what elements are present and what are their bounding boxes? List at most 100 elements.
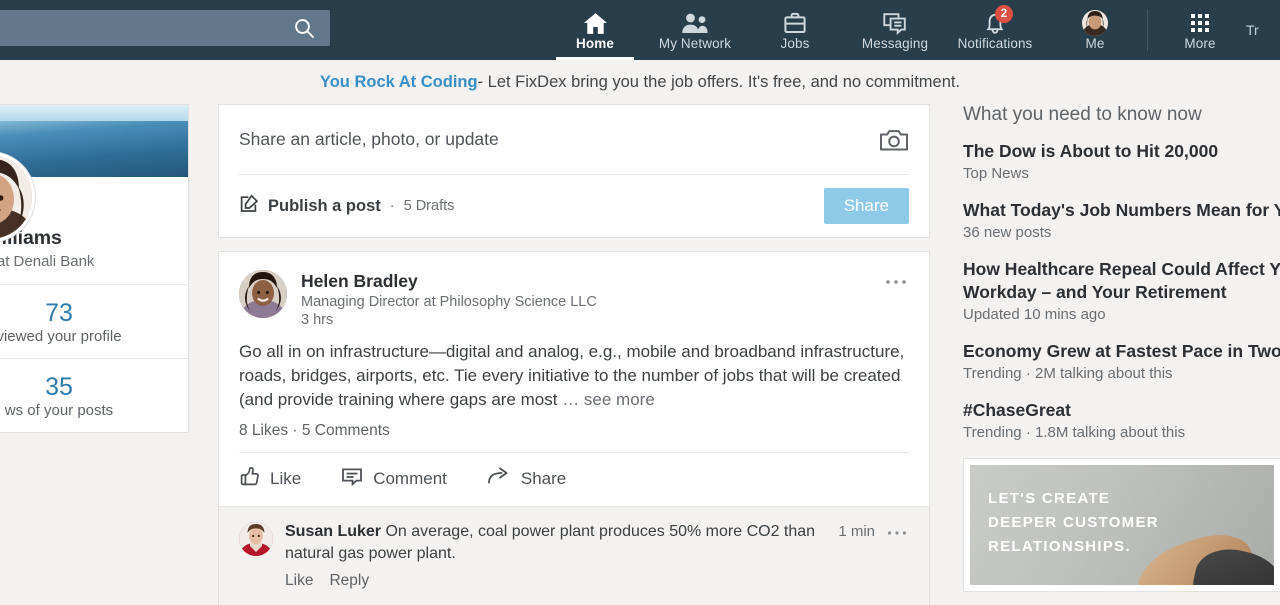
nav-item-jobs[interactable]: Jobs bbox=[745, 0, 845, 60]
post-content: Go all in on infrastructure—digital and … bbox=[219, 328, 929, 412]
stat-number-views: 73 bbox=[45, 299, 73, 327]
news-headline: What Today's Job Numbers Mean for Y bbox=[963, 200, 1280, 220]
drafts-label[interactable]: 5 Drafts bbox=[404, 198, 455, 214]
people-icon bbox=[680, 11, 710, 35]
left-sidebar: ess Williams anager at Denali Bank 73 vi… bbox=[0, 104, 189, 433]
post-author-headline: Managing Director at Philosophy Science … bbox=[301, 294, 597, 310]
bell-icon: 2 bbox=[983, 5, 1013, 35]
profile-cover-photo[interactable] bbox=[0, 105, 188, 177]
advertisement-image: LET'S CREATE DEEPER CUSTOMER RELATIONSHI… bbox=[970, 465, 1274, 585]
nav-item-notifications[interactable]: 2 Notifications bbox=[945, 0, 1045, 60]
main-feed: Share an article, photo, or update Publi… bbox=[218, 104, 930, 605]
news-item[interactable]: The Dow is About to Hit 20,000 Top News bbox=[963, 140, 1280, 182]
post-options-ellipsis-icon[interactable] bbox=[881, 268, 911, 289]
nav-item-messaging[interactable]: Messaging bbox=[845, 0, 945, 60]
like-button[interactable]: Like bbox=[239, 466, 301, 492]
post-action-bar: Like Comment Share bbox=[239, 452, 909, 506]
stat-label-views: viewed your profile bbox=[0, 328, 122, 345]
right-rail-title: What you need to know now bbox=[963, 104, 1202, 125]
comment-label: Comment bbox=[373, 469, 447, 488]
news-item[interactable]: How Healthcare Repeal Could Affect Yo Wo… bbox=[963, 258, 1280, 323]
news-subtitle: Top News bbox=[963, 165, 1029, 182]
nav-divider bbox=[1147, 9, 1148, 51]
search-input[interactable] bbox=[0, 10, 330, 46]
avatar-icon bbox=[1082, 10, 1108, 36]
publish-post-button[interactable]: Publish a post · 5 Drafts bbox=[239, 193, 455, 219]
stat-number-posts: 35 bbox=[45, 373, 73, 401]
nav-label-my-network: My Network bbox=[658, 36, 732, 51]
stat-label-posts: ws of your posts bbox=[4, 402, 114, 419]
comment-options-ellipsis-icon[interactable] bbox=[885, 523, 909, 538]
home-icon bbox=[583, 11, 608, 35]
news-item[interactable]: #ChaseGreat Trending · 1.8M talking abou… bbox=[963, 399, 1280, 441]
news-subtitle: Trending · 2M talking about this bbox=[963, 365, 1173, 382]
nav-label-jobs: Jobs bbox=[780, 36, 810, 51]
profile-card: ess Williams anager at Denali Bank 73 vi… bbox=[0, 104, 189, 433]
publish-separator: · bbox=[389, 198, 395, 214]
see-more-link[interactable]: … see more bbox=[562, 390, 655, 409]
try-premium-link[interactable]: Tr bbox=[1246, 22, 1280, 38]
share-input[interactable]: Share an article, photo, or update bbox=[239, 129, 499, 150]
promo-link[interactable]: You Rock At Coding bbox=[320, 73, 478, 92]
pencil-square-icon bbox=[239, 193, 259, 219]
feed-post: Helen Bradley Managing Director at Philo… bbox=[218, 251, 930, 605]
post-header: Helen Bradley Managing Director at Philo… bbox=[219, 252, 929, 328]
right-sidebar: What you need to know now The Dow is Abo… bbox=[963, 104, 1280, 592]
share-label: Share bbox=[520, 469, 567, 488]
publish-post-label: Publish a post bbox=[268, 196, 381, 215]
promo-banner: You Rock At Coding - Let FixDex bring yo… bbox=[0, 60, 1280, 104]
nav-label-notifications: Notifications bbox=[957, 36, 1033, 51]
search-container bbox=[0, 10, 330, 46]
news-subtitle: 36 new posts bbox=[963, 224, 1052, 241]
comment-reply-button[interactable]: Reply bbox=[329, 572, 369, 590]
promo-text: - Let FixDex bring you the job offers. I… bbox=[477, 72, 961, 91]
primary-nav-items: Home My Network Jobs Messaging 2 Notific… bbox=[545, 0, 1250, 60]
news-headline: The Dow is About to Hit 20,000 bbox=[963, 141, 1219, 161]
share-post-button[interactable]: Share bbox=[487, 467, 566, 492]
nav-label-home: Home bbox=[576, 36, 614, 51]
profile-title: anager at Denali Bank bbox=[0, 253, 95, 270]
grid-dots-icon bbox=[1189, 11, 1211, 35]
comments-section: Susan Luker On average, coal power plant… bbox=[219, 506, 929, 605]
advertisement-card[interactable]: LET'S CREATE DEEPER CUSTOMER RELATIONSHI… bbox=[963, 458, 1280, 592]
share-arrow-icon bbox=[487, 467, 511, 492]
news-headline: #ChaseGreat bbox=[963, 400, 1071, 420]
nav-item-home[interactable]: Home bbox=[545, 0, 645, 60]
like-label: Like bbox=[270, 469, 302, 488]
nav-label-me: Me bbox=[1085, 36, 1105, 51]
share-button[interactable]: Share bbox=[823, 188, 909, 224]
comment-button[interactable]: Comment bbox=[341, 467, 447, 492]
camera-icon[interactable] bbox=[879, 127, 909, 153]
news-headline: Economy Grew at Fastest Pace in Two bbox=[963, 341, 1280, 361]
nav-item-my-network[interactable]: My Network bbox=[645, 0, 745, 60]
news-subtitle: Updated 10 mins ago bbox=[963, 306, 1106, 323]
share-actions-row: Publish a post · 5 Drafts Share bbox=[239, 175, 909, 237]
comment-author-avatar[interactable] bbox=[239, 522, 273, 556]
post-author-avatar[interactable] bbox=[239, 270, 287, 318]
stat-post-views[interactable]: 35 ws of your posts bbox=[0, 359, 188, 432]
comment-body: Susan Luker On average, coal power plant… bbox=[285, 521, 838, 590]
nav-right-section: Tr bbox=[1246, 0, 1280, 60]
profile-name[interactable]: ess Williams bbox=[0, 227, 174, 250]
comment-meta: 1 min bbox=[838, 521, 909, 590]
comment-item: Susan Luker On average, coal power plant… bbox=[239, 521, 909, 590]
comment-author-name[interactable]: Susan Luker bbox=[285, 523, 381, 540]
news-item[interactable]: What Today's Job Numbers Mean for Y 36 n… bbox=[963, 199, 1280, 241]
comment-like-button[interactable]: Like bbox=[285, 572, 313, 590]
search-icon[interactable] bbox=[286, 10, 322, 46]
nav-avatar-image bbox=[1082, 10, 1108, 36]
news-headline: How Healthcare Repeal Could Affect Yo Wo… bbox=[963, 259, 1280, 302]
post-timestamp: 3 hrs bbox=[301, 312, 334, 328]
post-social-counts[interactable]: 8 Likes · 5 Comments bbox=[219, 412, 929, 452]
post-author-name[interactable]: Helen Bradley bbox=[301, 271, 597, 292]
stat-profile-views[interactable]: 73 viewed your profile bbox=[0, 285, 188, 359]
thumbs-up-icon bbox=[239, 466, 260, 492]
message-bubbles-icon bbox=[882, 11, 908, 35]
nav-item-more[interactable]: More bbox=[1150, 0, 1250, 60]
news-item[interactable]: Economy Grew at Fastest Pace in Two Tren… bbox=[963, 340, 1280, 382]
nav-item-me[interactable]: Me bbox=[1045, 0, 1145, 60]
news-subtitle: Trending · 1.8M talking about this bbox=[963, 424, 1186, 441]
page-body: ess Williams anager at Denali Bank 73 vi… bbox=[0, 104, 1280, 605]
share-input-row: Share an article, photo, or update bbox=[239, 105, 909, 175]
post-author-meta: Helen Bradley Managing Director at Philo… bbox=[301, 270, 597, 328]
